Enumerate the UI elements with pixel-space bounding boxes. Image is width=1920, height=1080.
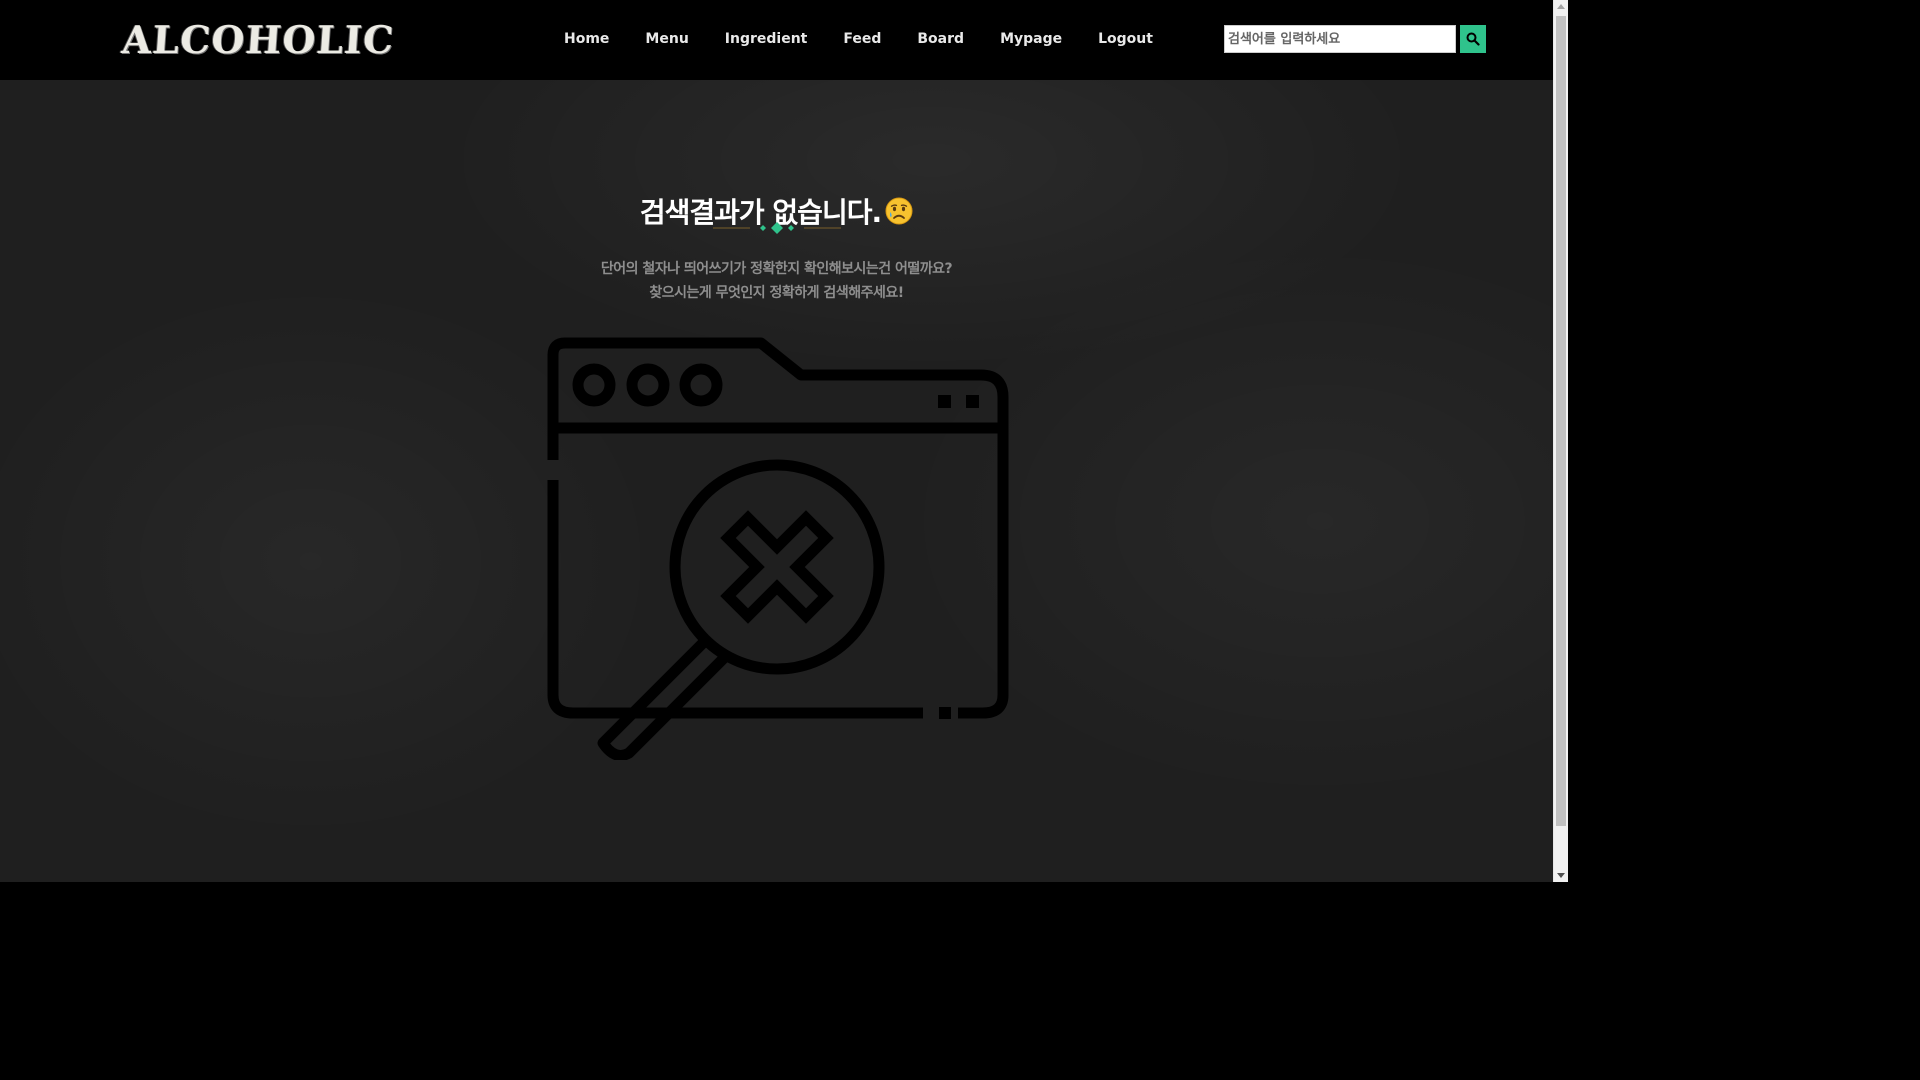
- search-results-area: 검색결과가 없습니다. 단어의 철자나 띄어쓰기가 정확한지 확인해보시는건 어…: [0, 80, 1553, 882]
- search-input[interactable]: [1224, 25, 1457, 53]
- nav-feed-link[interactable]: Feed: [843, 31, 881, 47]
- nav-mypage-link[interactable]: Mypage: [1000, 31, 1062, 47]
- logo[interactable]: ALCOHOLIC: [120, 15, 396, 63]
- search-icon: [1466, 32, 1480, 46]
- sad-face-emoji-icon: [885, 197, 913, 225]
- scrollbar-thumb[interactable]: [1556, 16, 1566, 826]
- nav-board-link[interactable]: Board: [917, 31, 964, 47]
- nav-menu-link[interactable]: Menu: [645, 31, 688, 47]
- vertical-scrollbar[interactable]: [1553, 0, 1568, 882]
- nav-logout-link[interactable]: Logout: [1098, 31, 1153, 47]
- main-nav: Home Menu Ingredient Feed Board Mypage L…: [564, 28, 1189, 50]
- heading-divider: [713, 222, 841, 234]
- page: ALCOHOLIC Home Menu Ingredient Feed Boar…: [0, 0, 1568, 882]
- nav-ingredient-link[interactable]: Ingredient: [725, 31, 808, 47]
- search-button[interactable]: [1460, 25, 1486, 53]
- scroll-down-arrow-icon[interactable]: [1557, 873, 1565, 878]
- message-line-2: 찾으시는게 무엇인지 정확하게 검색해주세요!: [649, 285, 904, 301]
- search-form: [1224, 25, 1486, 53]
- no-results-message: 단어의 철자나 띄어쓰기가 정확한지 확인해보시는건 어떨까요? 찾으시는게 무…: [0, 257, 1553, 305]
- nav-home-link[interactable]: Home: [564, 31, 609, 47]
- message-line-1: 단어의 철자나 띄어쓰기가 정확한지 확인해보시는건 어떨까요?: [600, 261, 953, 277]
- navbar: ALCOHOLIC Home Menu Ingredient Feed Boar…: [0, 0, 1553, 80]
- scroll-up-arrow-icon[interactable]: [1557, 4, 1565, 9]
- no-search-results-icon: [547, 337, 1009, 760]
